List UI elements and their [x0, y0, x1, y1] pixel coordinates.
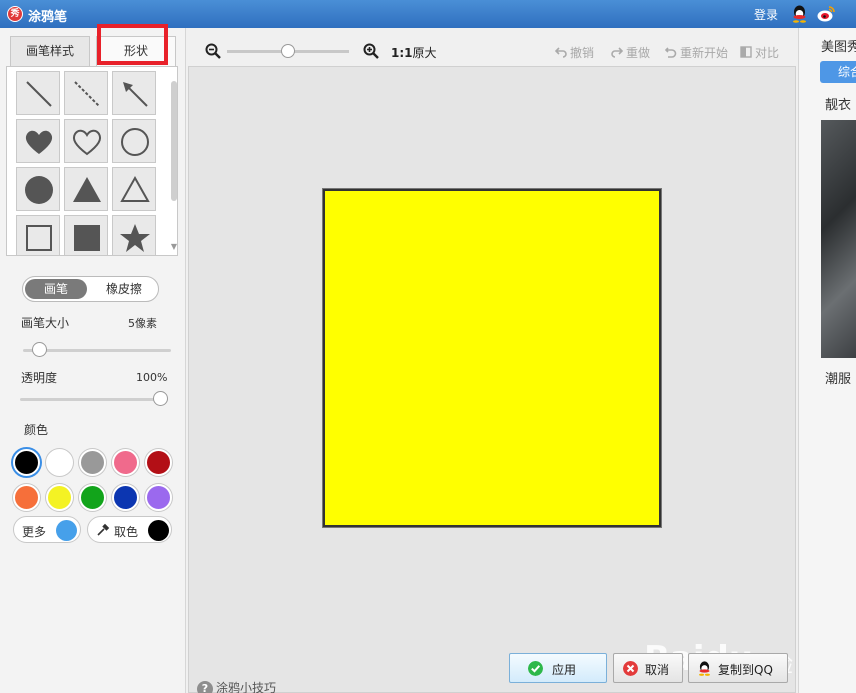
compare-button[interactable]: 对比	[740, 44, 779, 61]
color-swatch[interactable]	[112, 449, 139, 476]
right-panel-tab[interactable]: 综合	[820, 61, 856, 83]
undo-icon	[555, 47, 567, 58]
window-title: 涂鸦笔	[28, 10, 68, 25]
more-colors-button[interactable]: 更多	[13, 516, 81, 543]
shape-panel: ▼	[6, 66, 178, 256]
arrow-icon[interactable]	[112, 71, 156, 115]
actual-size-ratio: 1:1	[391, 46, 413, 60]
login-link[interactable]: 登录	[754, 6, 778, 23]
picked-color-dot	[148, 520, 169, 541]
editor-area: 1:1原大 撤销 重做 重新开始 对比 Baidu 经验 ?涂鸦小技巧 应用 取…	[187, 28, 797, 693]
canvas-toolbar: 1:1原大 撤销 重做 重新开始 对比	[187, 28, 797, 66]
color-swatch[interactable]	[112, 484, 139, 511]
more-colors-label: 更多	[22, 525, 47, 539]
actual-size-label: 原大	[412, 46, 437, 60]
cancel-label: 取消	[645, 663, 670, 677]
drawing-canvas[interactable]: Baidu 经验 ?涂鸦小技巧	[188, 66, 796, 693]
circle-outline-icon[interactable]	[112, 119, 156, 163]
apply-button[interactable]: 应用	[509, 653, 607, 683]
opacity-slider[interactable]	[153, 391, 168, 406]
right-panel: 美图秀秀 综合 靓衣 潮服	[798, 28, 856, 693]
color-label: 颜色	[24, 423, 49, 437]
color-swatch[interactable]	[46, 449, 73, 476]
redo-label: 重做	[626, 46, 651, 60]
dashed-line-icon[interactable]	[64, 71, 108, 115]
copy-to-qq-label: 复制到QQ	[718, 663, 773, 677]
qq-small-icon	[699, 661, 710, 676]
doodle-tips-label: 涂鸦小技巧	[216, 681, 277, 693]
help-icon: ?	[197, 681, 213, 693]
tab-brush-style[interactable]: 画笔样式	[10, 36, 90, 66]
restart-button[interactable]: 重新开始	[665, 44, 728, 61]
zoom-out-icon[interactable]	[205, 43, 221, 59]
more-color-dot	[56, 520, 77, 541]
color-swatch[interactable]	[79, 449, 106, 476]
copy-to-qq-button[interactable]: 复制到QQ	[688, 653, 788, 683]
star-filled-icon[interactable]	[112, 215, 156, 255]
undo-button[interactable]: 撤销	[555, 44, 594, 61]
compare-icon	[740, 46, 752, 58]
pick-color-label: 取色	[114, 525, 139, 539]
opacity-value: 100%	[136, 371, 168, 384]
undo-label: 撤销	[570, 46, 595, 60]
heart-filled-icon[interactable]	[16, 119, 60, 163]
scroll-down-arrow-icon[interactable]: ▼	[170, 243, 177, 251]
shape-scrollbar[interactable]: ▼	[170, 71, 177, 251]
circle-filled-icon[interactable]	[16, 167, 60, 211]
color-swatch[interactable]	[13, 449, 40, 476]
eraser-mode-button[interactable]: 橡皮擦	[93, 279, 155, 299]
apply-label: 应用	[552, 663, 577, 677]
pen-mode-button[interactable]: 画笔	[25, 279, 87, 299]
redo-button[interactable]: 重做	[611, 44, 650, 61]
restart-icon	[665, 47, 677, 58]
scrollbar-thumb[interactable]	[171, 81, 177, 201]
brush-size-label: 画笔大小	[21, 316, 70, 330]
opacity-label: 透明度	[21, 371, 58, 385]
square-outline-icon[interactable]	[16, 215, 60, 255]
line-icon[interactable]	[16, 71, 60, 115]
left-panel: 画笔样式 形状 ▼ 画笔 橡皮擦 画笔大小 5像素 透明度 100% 颜色 更多…	[0, 24, 186, 693]
restart-label: 重新开始	[680, 46, 729, 60]
mode-toggle: 画笔 橡皮擦	[22, 276, 159, 302]
triangle-filled-icon[interactable]	[64, 167, 108, 211]
check-icon	[528, 661, 543, 676]
zoom-in-icon[interactable]	[363, 43, 379, 59]
weibo-icon[interactable]	[817, 5, 836, 23]
brush-size-value: 5像素	[128, 317, 157, 330]
opacity-track[interactable]	[20, 398, 168, 401]
color-swatch[interactable]	[46, 484, 73, 511]
cancel-icon	[623, 661, 638, 676]
square-filled-icon[interactable]	[64, 215, 108, 255]
color-swatch[interactable]	[145, 484, 172, 511]
redo-icon	[611, 47, 623, 58]
compare-label: 对比	[755, 46, 780, 60]
cancel-button[interactable]: 取消	[613, 653, 683, 683]
actual-size-button[interactable]: 1:1原大	[391, 44, 437, 61]
triangle-outline-icon[interactable]	[112, 167, 156, 211]
category-label-2: 潮服	[825, 372, 852, 387]
drawn-square-shape[interactable]	[323, 189, 661, 527]
app-logo-icon: 秀	[7, 6, 23, 22]
color-swatch[interactable]	[13, 484, 40, 511]
pick-color-button[interactable]: 取色	[87, 516, 172, 543]
color-swatch[interactable]	[79, 484, 106, 511]
heart-outline-icon[interactable]	[64, 119, 108, 163]
title-bar: 秀 涂鸦笔 登录	[0, 0, 856, 28]
eyedropper-icon	[97, 523, 110, 536]
zoom-slider[interactable]	[281, 44, 295, 58]
tab-shape[interactable]: 形状	[96, 36, 176, 68]
category-label-1: 靓衣	[825, 98, 852, 113]
material-thumbnail[interactable]	[821, 120, 856, 358]
color-swatch[interactable]	[145, 449, 172, 476]
right-panel-title: 美图秀秀	[821, 40, 856, 55]
brush-size-slider[interactable]	[32, 342, 48, 357]
doodle-tips-link[interactable]: ? 涂鸦小技巧	[197, 679, 276, 693]
qq-icon[interactable]	[791, 5, 808, 23]
